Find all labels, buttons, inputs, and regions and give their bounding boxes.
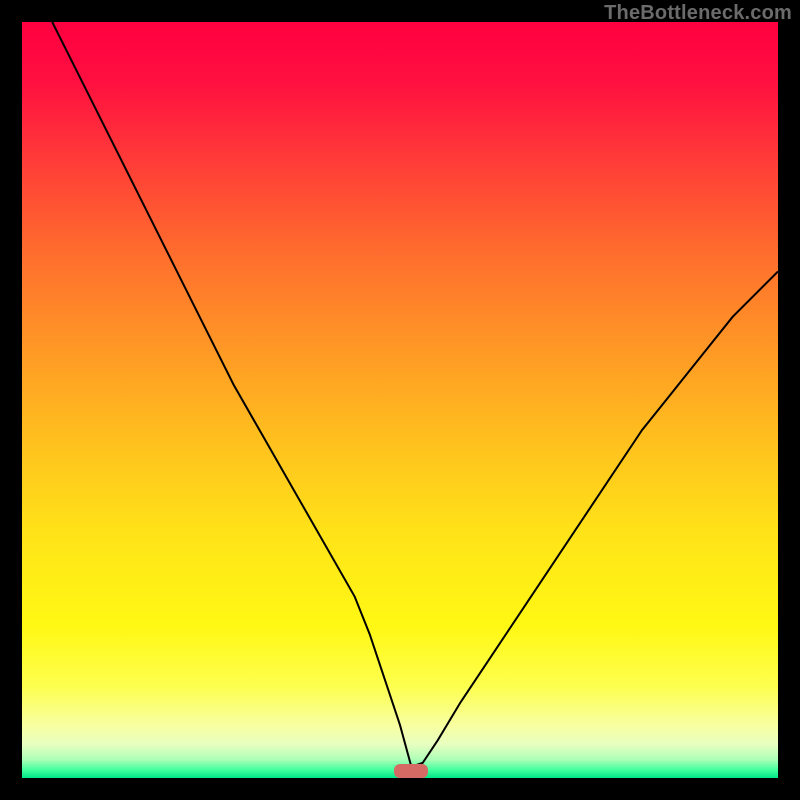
watermark: TheBottleneck.com — [604, 2, 792, 25]
plot-area — [22, 22, 778, 778]
optimal-marker — [394, 764, 428, 778]
bottleneck-curve — [22, 22, 778, 778]
chart-frame: TheBottleneck.com — [0, 0, 800, 800]
